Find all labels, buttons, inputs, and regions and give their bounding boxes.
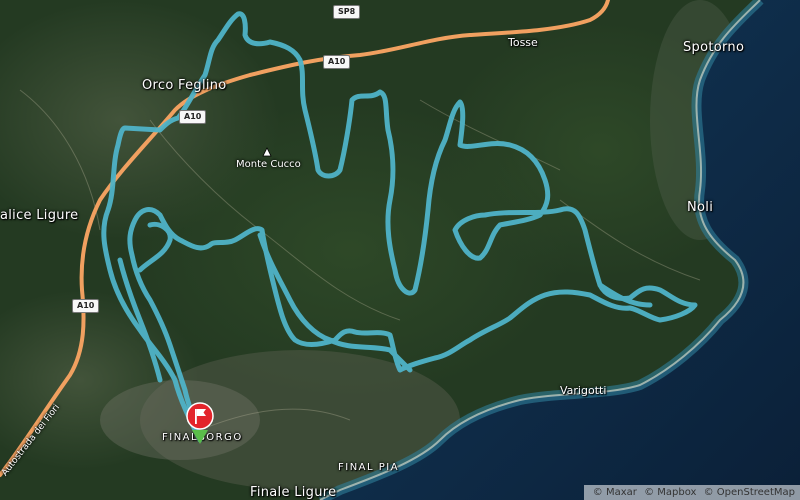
place-label-noli: Noli — [687, 200, 714, 215]
place-label-finale-ligure: Finale Ligure — [250, 485, 337, 500]
satellite-map[interactable] — [0, 0, 800, 500]
map-attribution[interactable]: © Maxar © Mapbox © OpenStreetMap — [583, 485, 800, 500]
attribution-maxar[interactable]: © Maxar — [593, 487, 637, 498]
road-shield-sp8: SP8 — [333, 5, 361, 19]
peak-label-monte-cucco: Monte Cucco — [236, 159, 301, 170]
place-label-spotorno: Spotorno — [683, 40, 745, 55]
road-shield-a10-mid: A10 — [179, 110, 207, 124]
place-label-orco-feglino: Orco Feglino — [142, 78, 227, 93]
place-label-final-pia: FINAL PIA — [338, 462, 400, 473]
attribution-mapbox[interactable]: © Mapbox — [644, 487, 696, 498]
road-shield-a10-top: A10 — [323, 55, 351, 69]
map-view[interactable]: Orco Feglino Spotorno Noli alice Ligure … — [0, 0, 800, 500]
road-shield-a10-left: A10 — [72, 299, 100, 313]
attribution-openstreetmap[interactable]: © OpenStreetMap — [704, 487, 795, 498]
place-label-tosse: Tosse — [508, 36, 538, 49]
mountain-peak-icon — [262, 142, 272, 157]
place-label-varigotti: Varigotti — [560, 384, 607, 397]
place-label-calice-ligure: alice Ligure — [0, 208, 79, 223]
start-flag-marker-icon[interactable] — [186, 402, 214, 446]
